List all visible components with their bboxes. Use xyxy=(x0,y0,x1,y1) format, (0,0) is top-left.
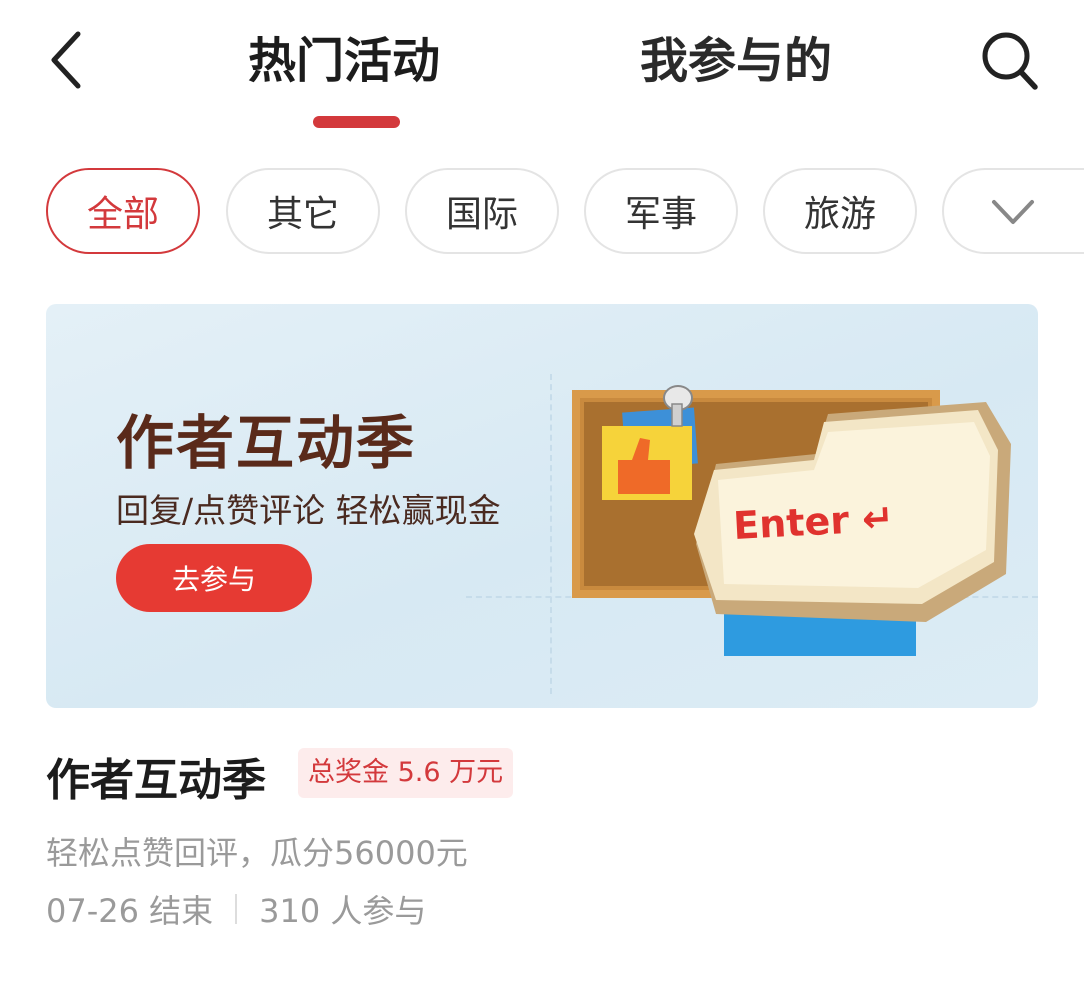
activity-description: 轻松点赞回评，瓜分56000元 xyxy=(46,834,468,872)
activity-end-date: 07-26 结束 xyxy=(46,892,214,930)
active-tab-indicator xyxy=(313,116,400,128)
meta-divider xyxy=(235,894,238,924)
filter-chip-all[interactable]: 全部 xyxy=(46,168,200,254)
activity-title[interactable]: 作者互动季 xyxy=(46,744,266,808)
search-icon xyxy=(982,32,1038,90)
banner-title: 作者互动季 xyxy=(116,409,417,477)
filter-chip-international[interactable]: 国际 xyxy=(405,168,559,254)
search-button[interactable] xyxy=(972,26,1048,96)
chevron-down-icon xyxy=(992,200,1034,224)
activity-meta: 07-26 结束 310 人参与 xyxy=(46,886,426,932)
chevron-left-icon xyxy=(51,31,81,89)
join-button[interactable]: 去参与 xyxy=(116,544,312,612)
activity-banner[interactable]: 作者互动季 回复/点赞评论 轻松赢现金 去参与 Enter ↵ xyxy=(46,304,1038,708)
banner-subtitle: 回复/点赞评论 轻松赢现金 xyxy=(116,491,501,530)
banner-decor-line xyxy=(550,374,552,694)
filter-chip-other[interactable]: 其它 xyxy=(226,168,380,254)
tab-my-participation[interactable]: 我参与的 xyxy=(640,28,832,98)
back-button[interactable] xyxy=(36,26,96,94)
tab-hot-activities[interactable]: 热门活动 xyxy=(248,28,440,98)
key-enter-label: Enter ↵ xyxy=(732,496,895,548)
top-nav-bar: 热门活动 我参与的 xyxy=(0,0,1084,140)
filter-expand-button[interactable] xyxy=(942,168,1084,254)
activity-participants: 310 人参与 xyxy=(259,892,427,930)
filter-chip-military[interactable]: 军事 xyxy=(584,168,738,254)
prize-badge: 总奖金 5.6 万元 xyxy=(298,748,514,798)
filter-chip-travel[interactable]: 旅游 xyxy=(763,168,917,254)
corkboard-enter-key-illustration: Enter ↵ xyxy=(572,385,1011,656)
